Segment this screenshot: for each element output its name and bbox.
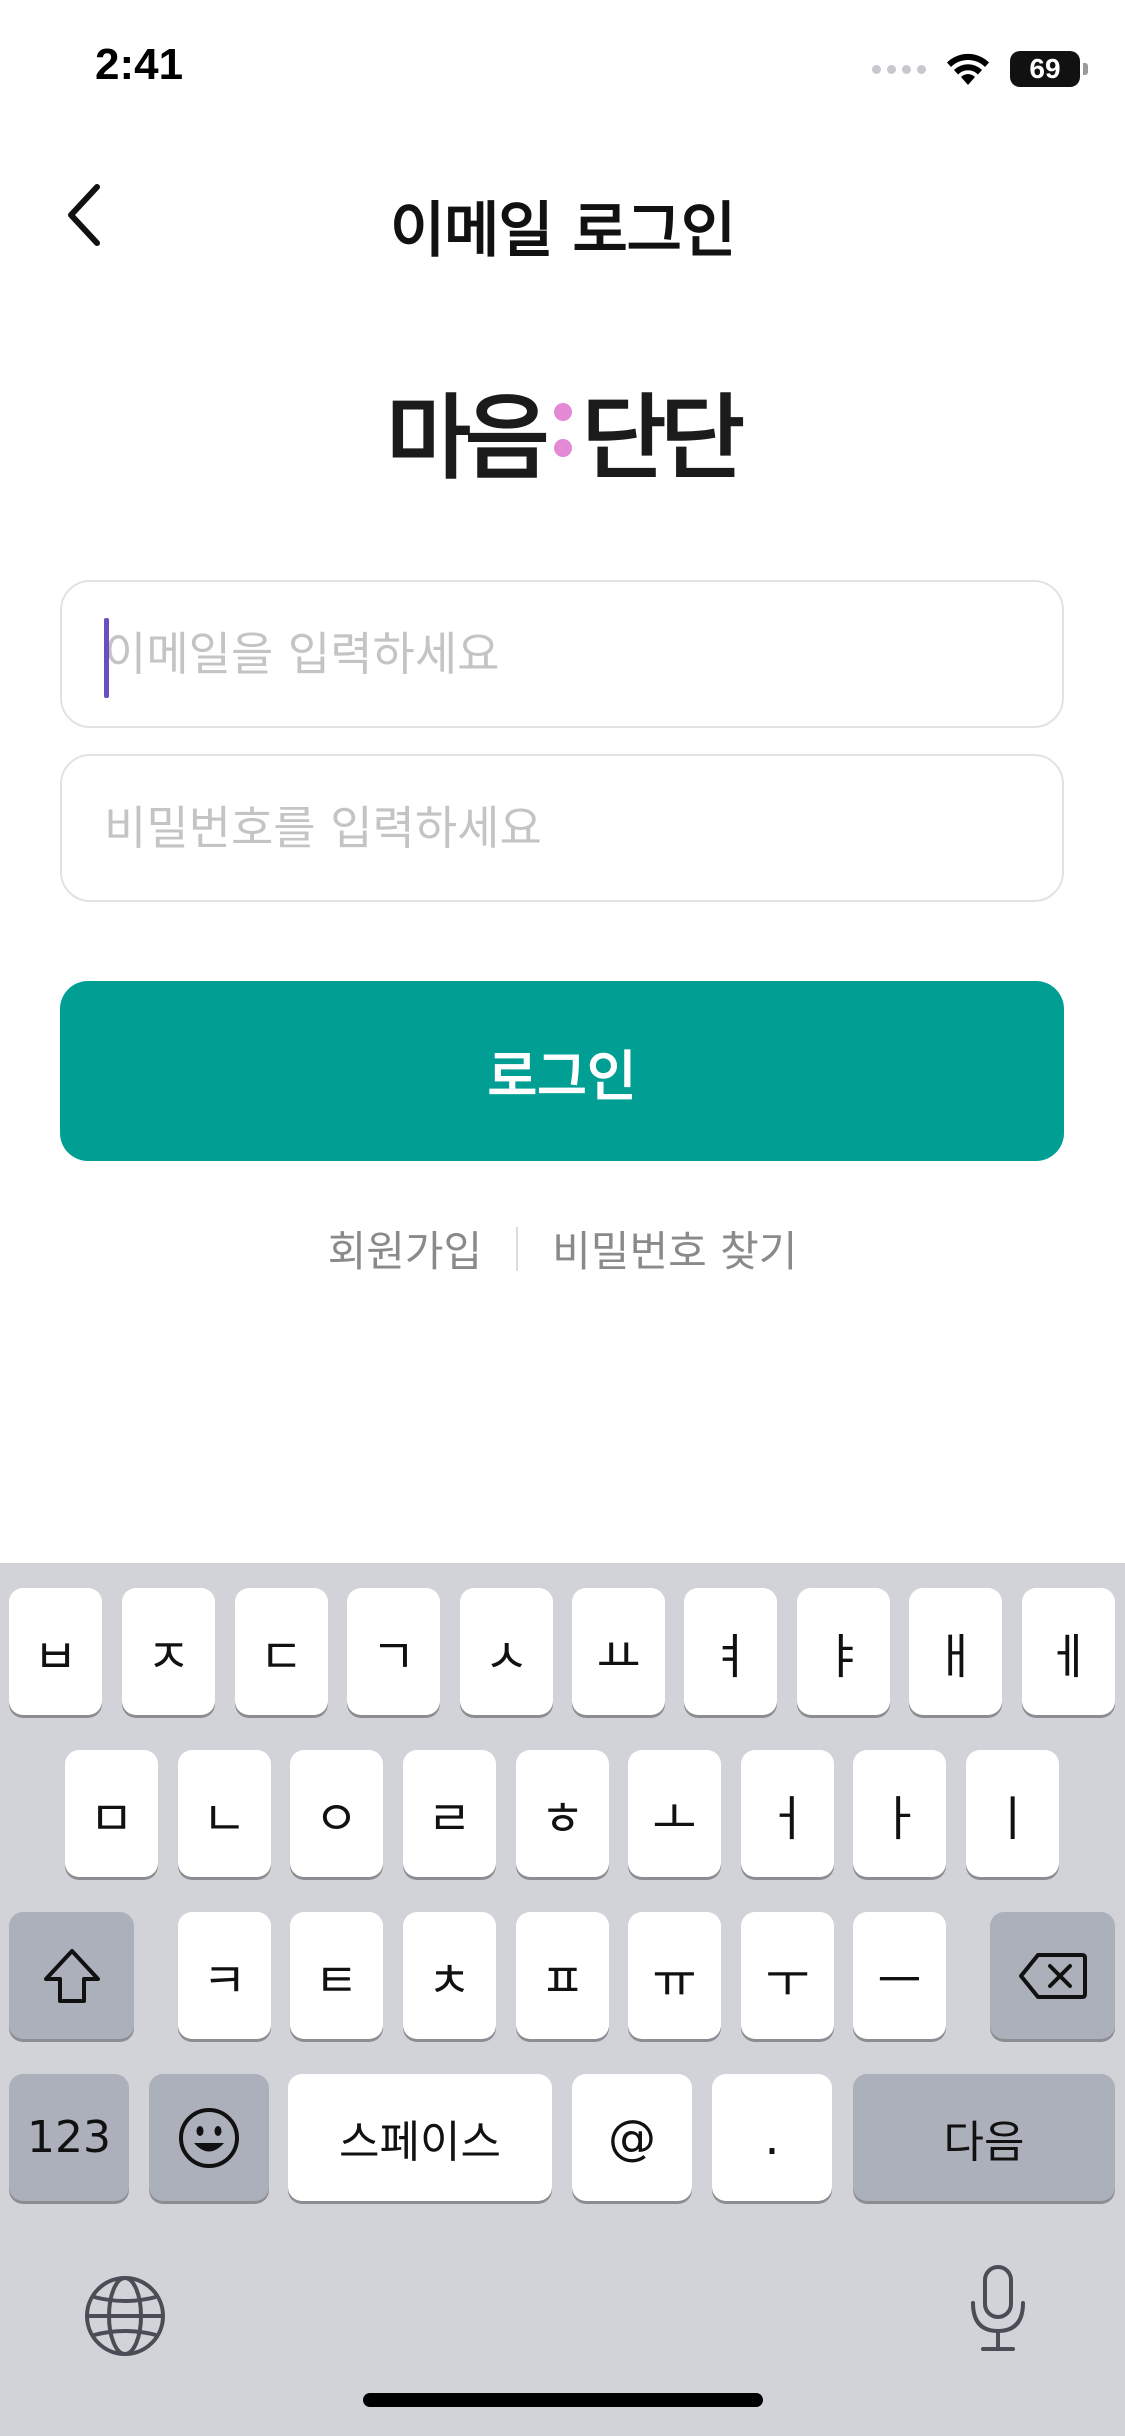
key-row2[interactable]: ㄴ (178, 1750, 271, 1877)
status-bar: 2:41 69 (0, 0, 1125, 140)
numbers-key[interactable]: 123 (9, 2074, 129, 2201)
logo-colon-icon (553, 403, 572, 457)
email-login-screen: 2:41 69 이메일 로그인 마음 단단 이메일을 입력하세요 로그인 회원가… (0, 0, 1125, 2436)
key-row3[interactable]: ㅠ (628, 1912, 721, 2039)
emoji-key[interactable] (149, 2074, 269, 2201)
logo-text-right: 단단 (581, 384, 745, 492)
logo-text-left: 마음 (386, 384, 549, 492)
key-row1[interactable]: ㅔ (1022, 1588, 1115, 1715)
link-divider (516, 1226, 519, 1271)
email-field-container[interactable] (60, 580, 1064, 728)
key-row1[interactable]: ㅑ (797, 1588, 890, 1715)
password-field-container[interactable] (60, 754, 1064, 902)
shift-icon (43, 1948, 100, 2003)
space-key[interactable]: 스페이스 (288, 2074, 552, 2201)
key-row1[interactable]: ㅕ (684, 1588, 777, 1715)
backspace-icon (1018, 1952, 1087, 1999)
status-indicators: 69 (872, 48, 1088, 90)
key-row2[interactable]: ㅏ (853, 1750, 946, 1877)
backspace-key[interactable] (990, 1912, 1115, 2039)
key-row3[interactable]: ㅜ (741, 1912, 834, 2039)
smiley-icon (179, 2107, 239, 2168)
navigation-bar: 이메일 로그인 (0, 160, 1125, 270)
app-logo: 마음 단단 (0, 375, 1125, 492)
status-time: 2:41 (95, 40, 184, 89)
key-row3[interactable]: ㅡ (853, 1912, 946, 2039)
battery-level: 69 (1029, 53, 1061, 84)
period-key[interactable]: . (712, 2074, 832, 2201)
key-row3[interactable]: ㅍ (516, 1912, 609, 2039)
key-row2[interactable]: ㅗ (628, 1750, 721, 1877)
key-row2[interactable]: ㅎ (516, 1750, 609, 1877)
key-row2[interactable]: ㅇ (290, 1750, 383, 1877)
shift-key[interactable] (9, 1912, 134, 2039)
email-field[interactable] (104, 627, 1062, 681)
key-row1[interactable]: ㄷ (235, 1588, 328, 1715)
microphone-icon[interactable] (963, 2263, 1033, 2359)
key-row1[interactable]: ㅈ (122, 1588, 215, 1715)
key-row3[interactable]: ㅊ (403, 1912, 496, 2039)
battery-icon: 69 (1010, 51, 1088, 87)
key-row2[interactable]: ㄹ (403, 1750, 496, 1877)
key-row1[interactable]: ㄱ (347, 1588, 440, 1715)
keyboard: ㅂ ㅈ ㄷ ㄱ ㅅ ㅛ ㅕ ㅑ ㅐ ㅔ ㅁ ㄴ ㅇ ㄹ ㅎ ㅗ ㅓ ㅏ ㅣ ㅋ … (0, 1563, 1125, 2436)
account-links: 회원가입 비밀번호 찾기 (0, 1218, 1125, 1279)
at-key[interactable]: @ (572, 2074, 692, 2201)
text-caret (104, 618, 109, 698)
key-row2[interactable]: ㅓ (741, 1750, 834, 1877)
signup-link[interactable]: 회원가입 (328, 1218, 483, 1279)
key-row2[interactable]: ㅁ (65, 1750, 158, 1877)
find-password-link[interactable]: 비밀번호 찾기 (552, 1218, 797, 1279)
home-indicator (363, 2393, 763, 2407)
key-row3[interactable]: ㅌ (290, 1912, 383, 2039)
cellular-signal-icon (872, 64, 926, 74)
key-row1[interactable]: ㅛ (572, 1588, 665, 1715)
page-title: 이메일 로그인 (389, 196, 736, 266)
key-row1[interactable]: ㅅ (460, 1588, 553, 1715)
wifi-icon (944, 51, 992, 87)
key-row2[interactable]: ㅣ (966, 1750, 1059, 1877)
key-row3[interactable]: ㅋ (178, 1912, 271, 2039)
password-field[interactable] (104, 801, 1062, 855)
globe-icon[interactable] (82, 2273, 168, 2363)
key-row1[interactable]: ㅐ (909, 1588, 1002, 1715)
login-button[interactable]: 로그인 (60, 981, 1064, 1161)
next-key[interactable]: 다음 (853, 2074, 1115, 2201)
key-row1[interactable]: ㅂ (9, 1588, 102, 1715)
